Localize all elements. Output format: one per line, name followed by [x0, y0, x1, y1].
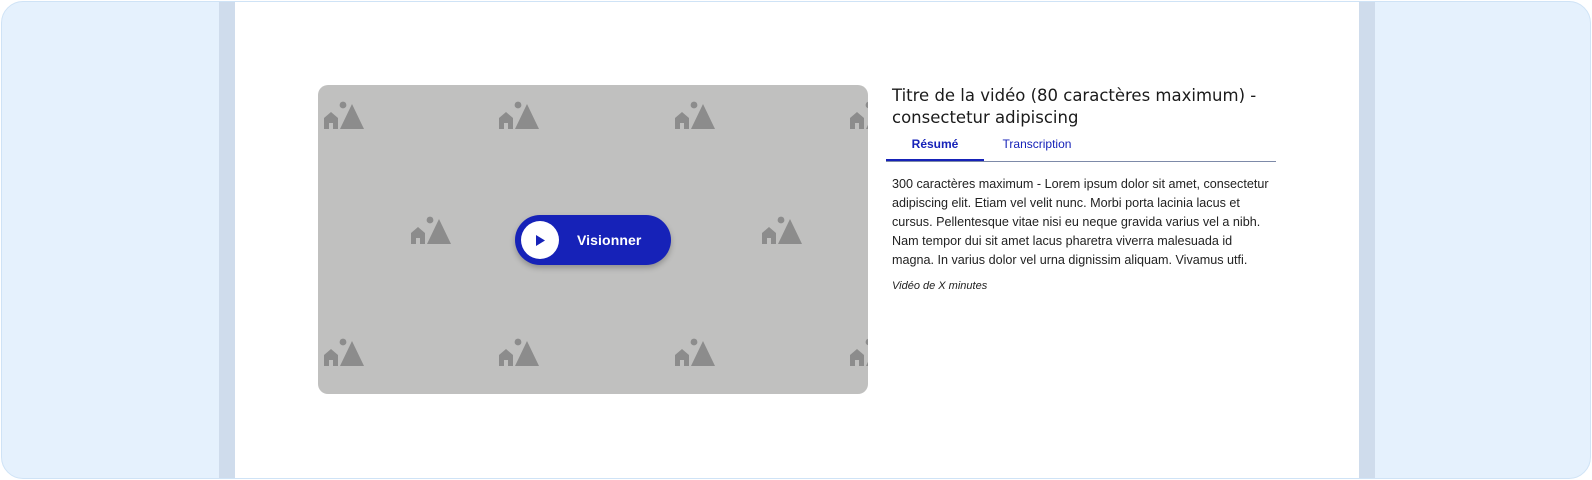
image-placeholder-icon	[411, 216, 451, 244]
video-summary: 300 caractères maximum - Lorem ipsum dol…	[892, 177, 1269, 267]
play-button-label: Visionner	[577, 232, 642, 248]
video-info-panel: Titre de la vidéo (80 caractères maximum…	[886, 85, 1276, 292]
image-placeholder-icon	[850, 101, 868, 129]
image-placeholder-icon	[675, 338, 715, 366]
image-placeholder-icon	[324, 338, 364, 366]
image-placeholder-icon	[850, 338, 868, 366]
left-gutter	[219, 2, 235, 478]
video-duration: Vidéo de X minutes	[892, 280, 988, 292]
video-title: Titre de la vidéo (80 caractères maximum…	[892, 86, 1257, 127]
image-placeholder-icon	[762, 216, 802, 244]
play-icon	[521, 221, 559, 259]
image-placeholder-icon	[324, 101, 364, 129]
tab-transcription[interactable]: Transcription	[984, 137, 1090, 159]
tab-bar: Résumé Transcription	[886, 137, 1276, 162]
tab-resume[interactable]: Résumé	[886, 137, 984, 161]
image-placeholder-icon	[675, 101, 715, 129]
play-video-button[interactable]: Visionner	[515, 215, 671, 265]
image-placeholder-icon	[499, 338, 539, 366]
right-gutter	[1359, 2, 1375, 478]
image-placeholder-icon	[499, 101, 539, 129]
